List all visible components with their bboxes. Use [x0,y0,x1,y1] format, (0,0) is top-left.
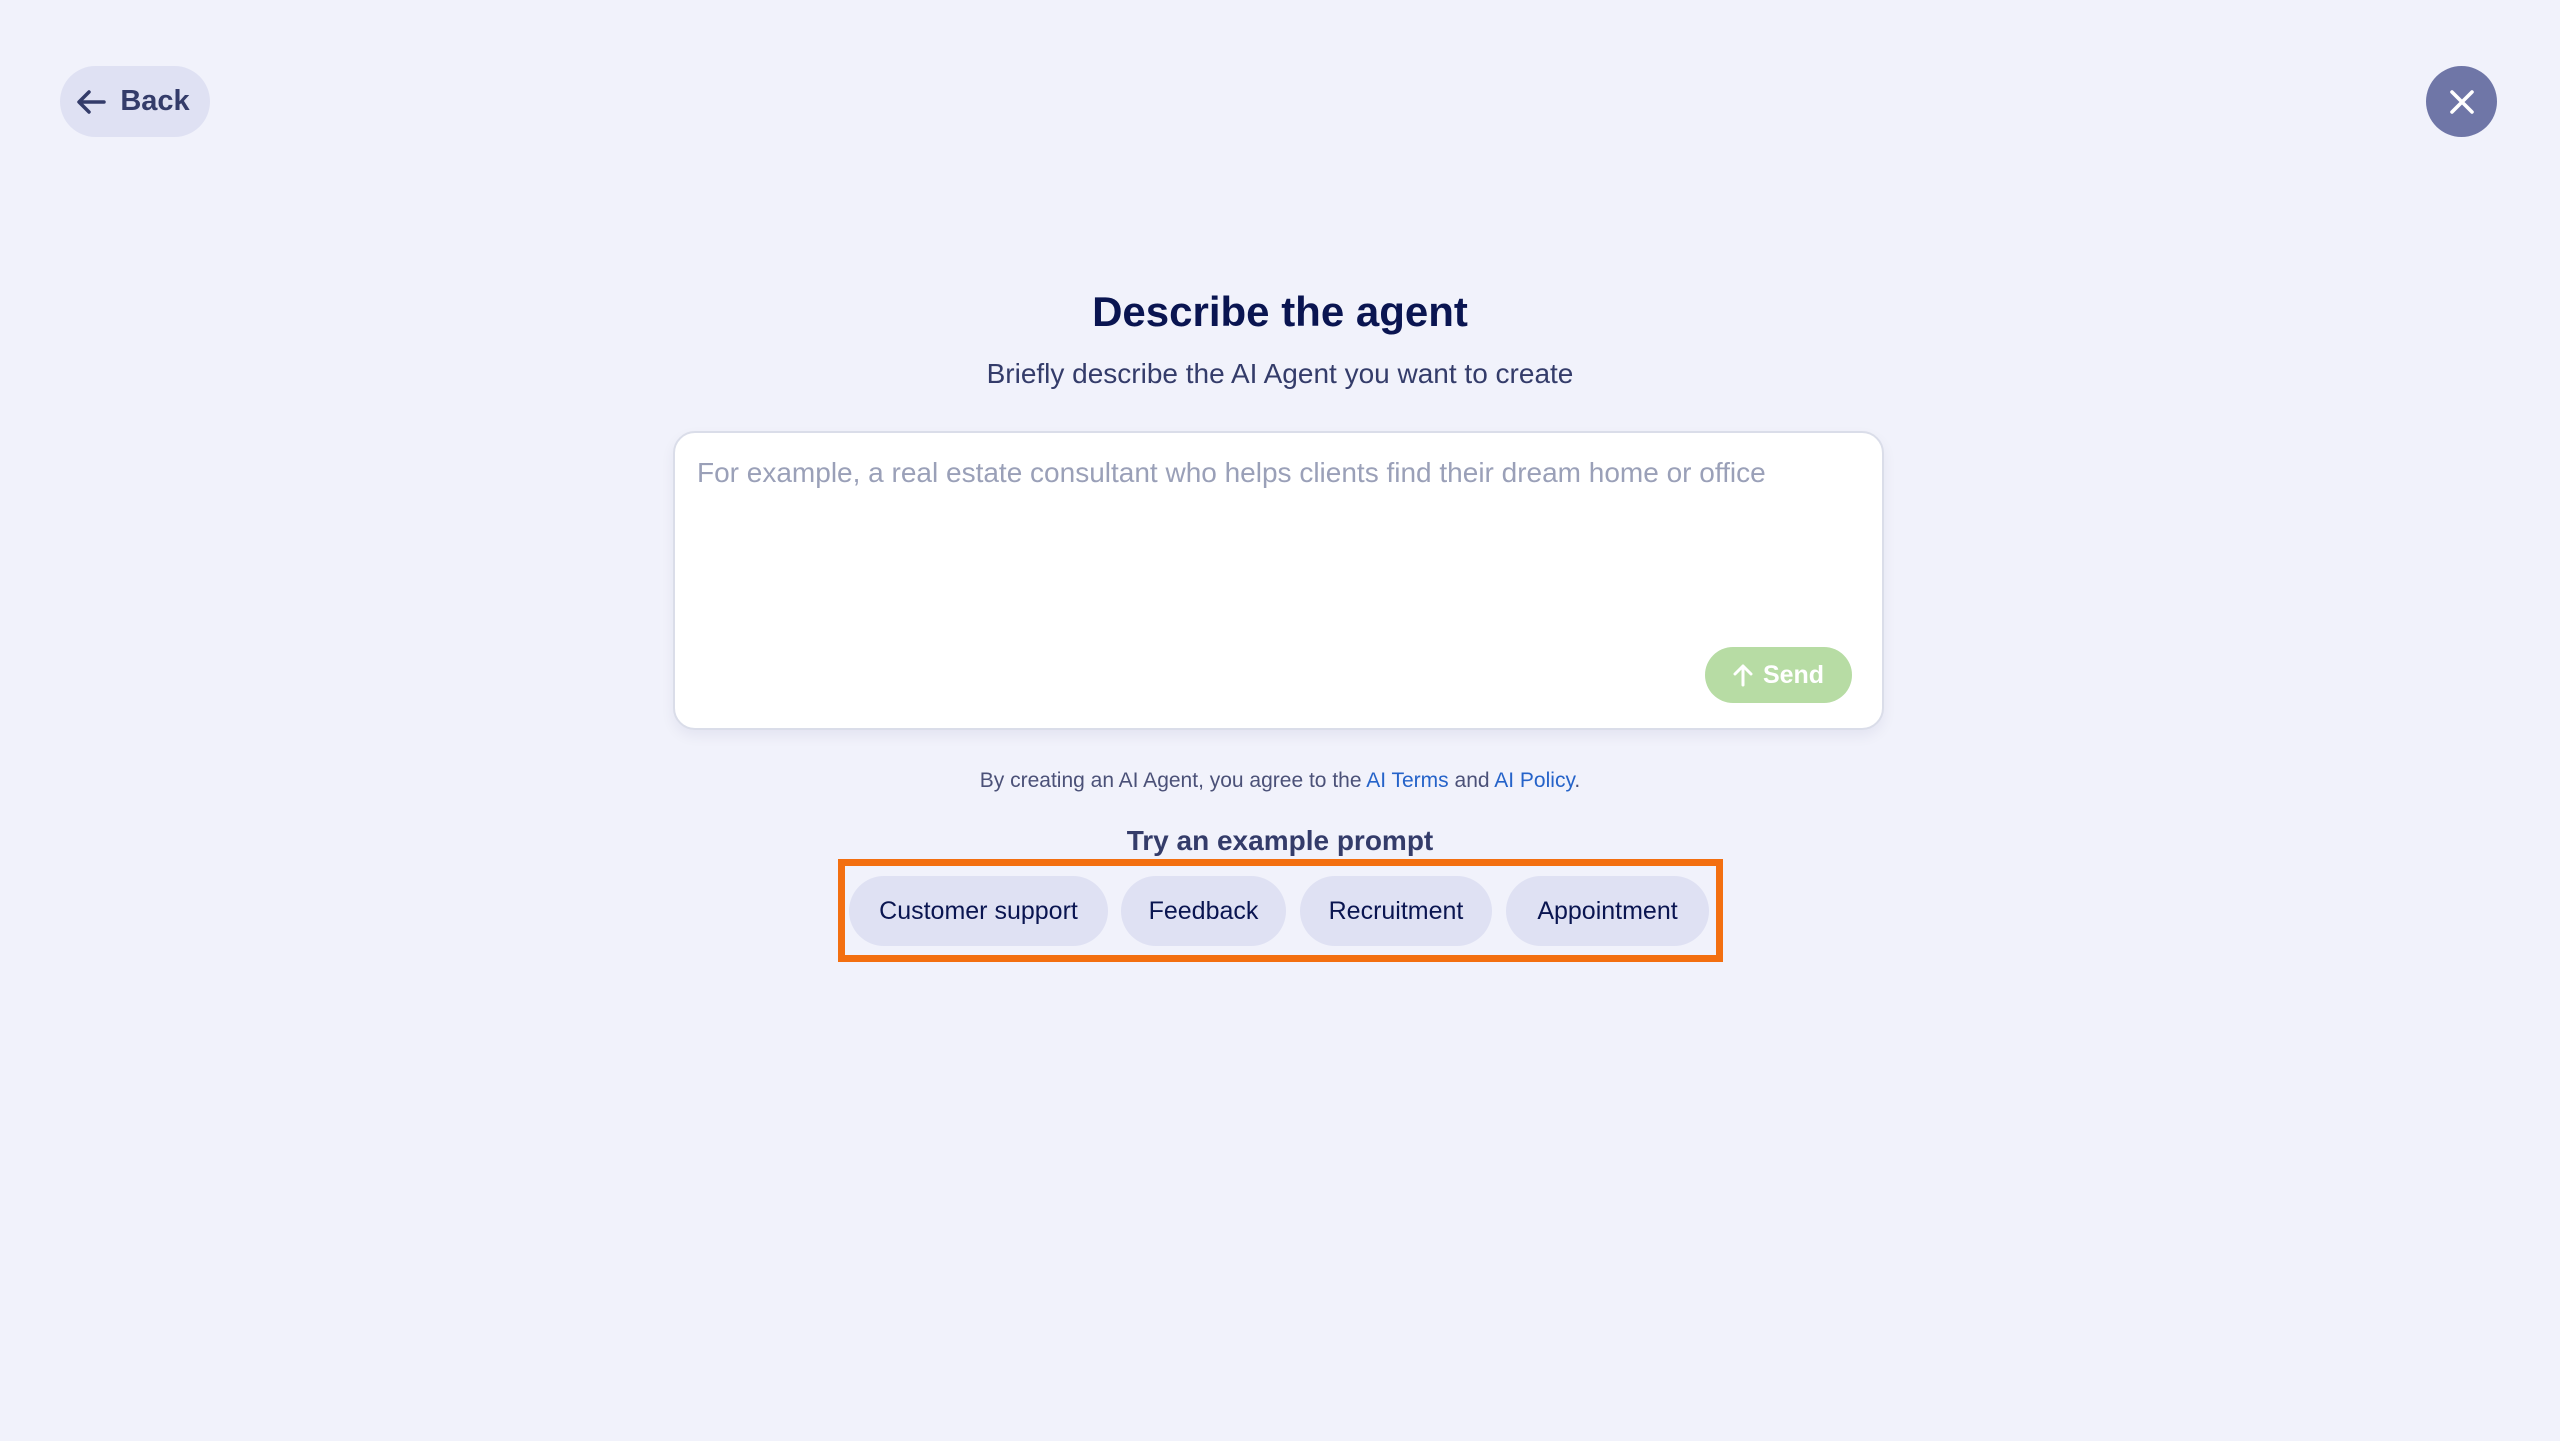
back-button-label: Back [120,85,190,117]
close-icon [2448,88,2476,116]
terms-and: and [1454,769,1490,792]
send-button-label: Send [1762,660,1825,689]
examples-title: Try an example prompt [1126,825,1434,856]
send-button[interactable]: Send [1705,647,1852,703]
ai-policy-link[interactable]: AI Policy [1494,769,1574,792]
agent-description-input[interactable] [697,455,1857,635]
page-subtitle: Briefly describe the AI Agent you want t… [986,358,1574,389]
example-chip-feedback[interactable]: Feedback [1121,876,1286,946]
arrow-up-icon [1733,663,1753,687]
prompt-box: Send [673,431,1884,730]
example-chip-recruitment[interactable]: Recruitment [1300,876,1492,946]
terms-prefix: By creating an AI Agent, you agree to th… [979,769,1362,792]
page-title: Describe the agent [1092,288,1468,335]
terms-notice: By creating an AI Agent, you agree to th… [0,766,2560,796]
example-chip-customer-support[interactable]: Customer support [849,876,1108,946]
terms-suffix: . [1574,769,1581,792]
arrow-left-icon [76,89,107,115]
close-button[interactable] [2426,66,2497,137]
back-button[interactable]: Back [60,66,210,137]
ai-terms-link[interactable]: AI Terms [1366,769,1448,792]
example-chip-appointment[interactable]: Appointment [1506,876,1709,946]
